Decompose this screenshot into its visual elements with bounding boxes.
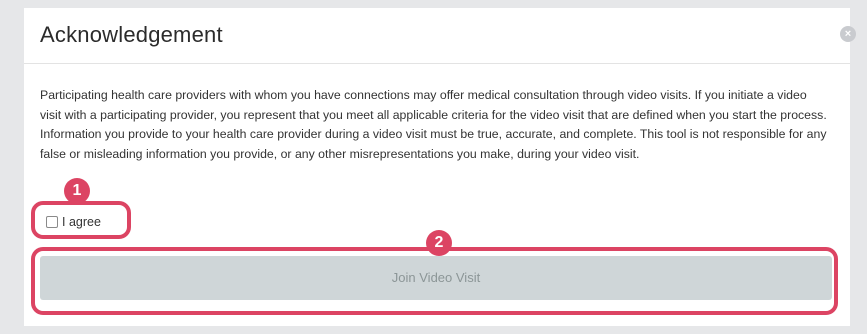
highlight-join-button: [31, 247, 838, 315]
dialog-title: Acknowledgement: [40, 22, 223, 47]
annotation-badge-2: 2: [426, 230, 452, 256]
annotation-badge-1: 1: [64, 178, 90, 204]
acknowledgement-text: Participating health care providers with…: [40, 88, 827, 161]
close-icon[interactable]: ×: [840, 26, 856, 42]
highlight-agree: [31, 201, 131, 239]
divider: [24, 63, 850, 64]
